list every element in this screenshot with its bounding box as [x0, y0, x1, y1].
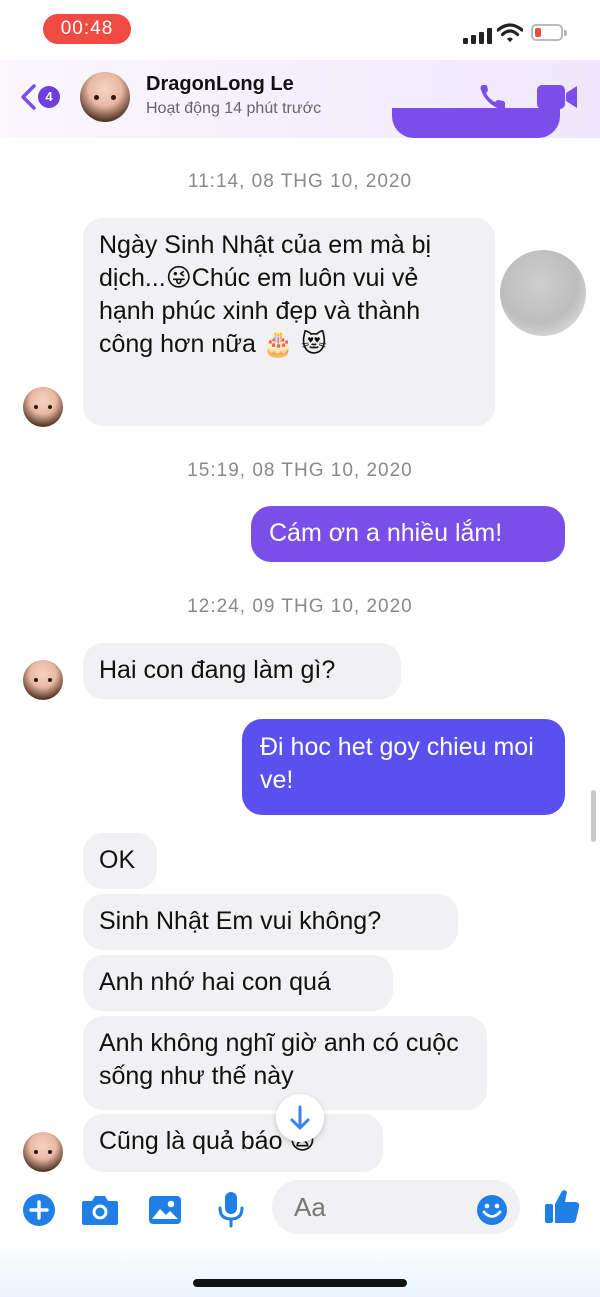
- message-bubble-incoming[interactable]: Hai con đang làm gì?: [83, 643, 401, 699]
- message-bubble-incoming[interactable]: Cũng là quả báo 😨: [83, 1114, 383, 1172]
- timestamp: 15:19, 08 THG 10, 2020: [187, 460, 413, 481]
- message-bubble-incoming[interactable]: Ngày Sinh Nhật của em mà bị dịch...😜Chúc…: [83, 218, 495, 426]
- arrow-down-icon: [290, 1105, 310, 1130]
- wifi-icon: [497, 23, 523, 42]
- message-bubble-incoming[interactable]: Sinh Nhật Em vui không?: [83, 894, 458, 950]
- microphone-icon[interactable]: [216, 1190, 246, 1228]
- phone-icon[interactable]: [478, 82, 512, 112]
- timestamp: 12:24, 09 THG 10, 2020: [187, 596, 413, 617]
- activity-status: Hoạt động 14 phút trước: [146, 100, 322, 117]
- message-bubble-outgoing[interactable]: Đi hoc het goy chieu moi ve!: [242, 719, 565, 815]
- emoji-icon[interactable]: [475, 1193, 509, 1227]
- plus-icon[interactable]: [21, 1192, 57, 1228]
- status-bar: 00:48: [0, 0, 600, 60]
- image-icon[interactable]: [147, 1194, 183, 1226]
- cellular-signal-icon: [463, 28, 493, 44]
- timestamp: 11:14, 08 THG 10, 2020: [187, 171, 413, 192]
- message-bubble-incoming[interactable]: OK: [83, 833, 157, 889]
- camera-icon[interactable]: [80, 1193, 120, 1227]
- sender-avatar[interactable]: [23, 660, 63, 700]
- previous-message-bubble: [392, 108, 560, 138]
- message-bubble-incoming[interactable]: Anh nhớ hai con quá: [83, 955, 393, 1011]
- unread-count-badge: 4: [38, 86, 60, 108]
- status-time: 00:48: [43, 14, 131, 44]
- sender-avatar[interactable]: [23, 387, 63, 427]
- home-indicator[interactable]: [193, 1279, 407, 1287]
- contact-avatar[interactable]: [80, 72, 130, 122]
- scroll-to-bottom-button[interactable]: [276, 1094, 324, 1142]
- message-input-placeholder: Aa: [294, 1192, 326, 1222]
- sender-avatar[interactable]: [23, 1132, 63, 1172]
- bottom-background: [0, 1240, 600, 1297]
- battery-icon: [531, 24, 567, 41]
- contact-name[interactable]: DragonLong Le: [146, 73, 294, 96]
- seen-indicator-avatar: [500, 250, 586, 336]
- thumbs-up-icon[interactable]: [543, 1188, 581, 1226]
- video-camera-icon[interactable]: [536, 84, 578, 110]
- scrollbar[interactable]: [591, 790, 596, 842]
- message-bubble-outgoing[interactable]: Cám ơn a nhiều lắm!: [251, 506, 565, 562]
